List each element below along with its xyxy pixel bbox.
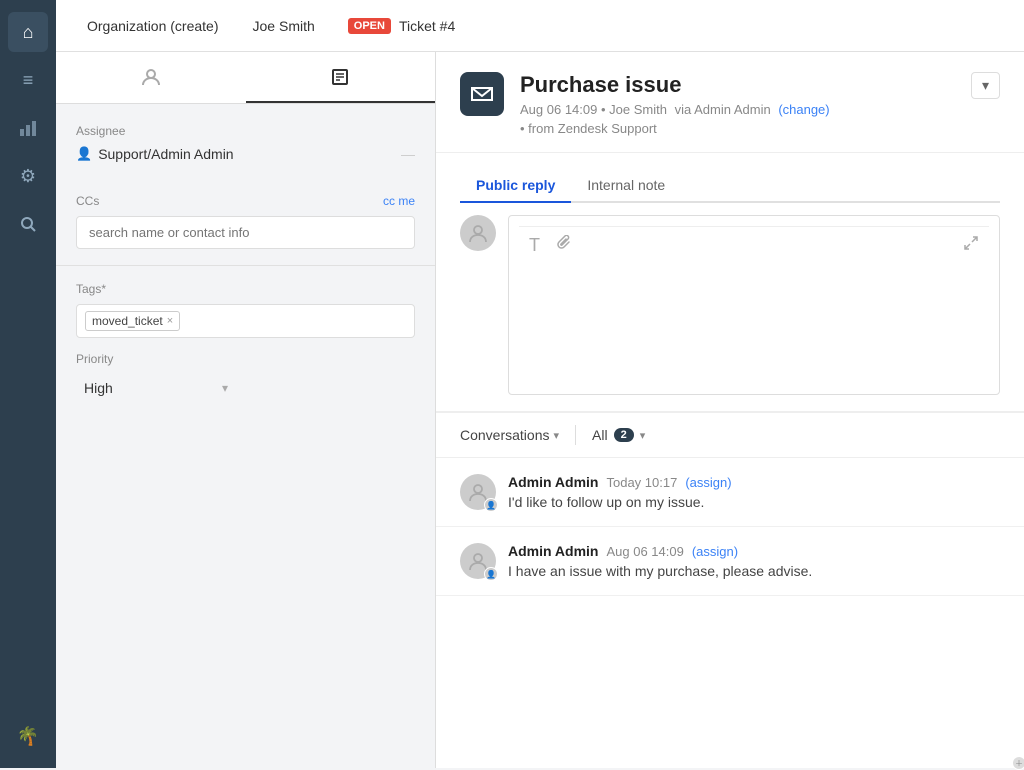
breadcrumb-bar: Organization (create) Joe Smith OPEN Tic… — [56, 0, 1024, 52]
message-content: Admin Admin Today 10:17 (assign) I'd lik… — [508, 474, 1000, 510]
tags-box[interactable]: moved_ticket × — [76, 304, 415, 338]
assign-link-2[interactable]: (assign) — [692, 544, 738, 559]
internal-note-tab[interactable]: Internal note — [571, 169, 681, 203]
all-filter-button[interactable]: All 2 ▾ — [592, 427, 645, 443]
person-icon: 👤 — [76, 146, 92, 162]
tags-label: Tags* — [76, 282, 415, 296]
user-breadcrumb[interactable]: Joe Smith — [238, 11, 330, 41]
ccs-label: CCs — [76, 194, 99, 208]
dropdown-arrow-icon: ▾ — [982, 77, 989, 94]
ticket-info: Purchase issue Aug 06 14:09 • Joe Smith … — [520, 72, 955, 136]
message-time: Today 10:17 — [606, 475, 677, 490]
public-reply-tab[interactable]: Public reply — [460, 169, 571, 203]
ticket-title: Purchase issue — [520, 72, 955, 98]
reply-tabs: Public reply Internal note — [460, 169, 1000, 203]
chart-icon[interactable] — [8, 108, 48, 148]
message-text: I'd like to follow up on my issue. — [508, 494, 1000, 510]
palm-icon[interactable]: 🌴 — [8, 716, 48, 756]
ticket-breadcrumb[interactable]: OPEN Ticket #4 — [334, 12, 469, 40]
sidebar: ⌂ ≡ ⚙ 🌴 — [0, 0, 56, 768]
message-avatar: 👤 — [460, 474, 496, 510]
message-time-2: Aug 06 14:09 — [606, 544, 683, 559]
tag-remove-icon[interactable]: × — [167, 315, 173, 327]
assignee-name: 👤 Support/Admin Admin — [76, 146, 234, 162]
ccs-section: CCs cc me — [56, 178, 435, 249]
priority-value: High — [84, 380, 113, 396]
ticket-date: Aug 06 14:09 — [520, 102, 597, 117]
reply-tool-icons: T — [529, 235, 572, 256]
ccs-row: CCs cc me — [76, 194, 415, 208]
all-arrow-icon: ▾ — [640, 429, 646, 442]
all-label: All — [592, 427, 608, 443]
ccs-search-input[interactable] — [76, 216, 415, 249]
conversations-button[interactable]: Conversations ▾ — [460, 427, 559, 443]
priority-section: Priority High ▾ — [56, 338, 435, 402]
change-link[interactable]: (change) — [778, 102, 829, 117]
message-author: Admin Admin — [508, 474, 598, 490]
ticket-source: • from Zendesk Support — [520, 121, 955, 136]
left-panel-tabs — [56, 52, 435, 104]
attach-icon[interactable] — [556, 235, 572, 256]
tag-value: moved_ticket — [92, 314, 163, 328]
person-tab[interactable] — [56, 52, 246, 103]
ticket-dropdown[interactable]: ▾ — [971, 72, 1000, 99]
assignee-row: 👤 Support/Admin Admin — — [76, 146, 415, 162]
priority-arrow-icon: ▾ — [222, 381, 228, 395]
reply-editor[interactable]: T — [508, 215, 1000, 395]
reply-area: Public reply Internal note ＋ — [436, 153, 1024, 412]
avatar-sub-icon: ＋ — [1012, 756, 1024, 768]
assignee-arrow-icon[interactable]: — — [401, 146, 415, 162]
message-content-2: Admin Admin Aug 06 14:09 (assign) I have… — [508, 543, 1000, 579]
tags-section: Tags* moved_ticket × — [56, 266, 435, 338]
conversations-arrow-icon: ▾ — [554, 429, 560, 442]
assignee-section: Assignee 👤 Support/Admin Admin — — [56, 104, 435, 162]
text-format-icon[interactable]: T — [529, 235, 540, 256]
open-badge: OPEN — [348, 18, 391, 34]
assignee-label: Assignee — [76, 124, 415, 138]
assign-link-1[interactable]: (assign) — [685, 475, 731, 490]
ticket-label: Ticket #4 — [399, 18, 455, 34]
left-panel: Assignee 👤 Support/Admin Admin — CCs cc … — [56, 52, 436, 768]
ticket-avatar — [460, 72, 504, 116]
content-area: Assignee 👤 Support/Admin Admin — CCs cc … — [56, 52, 1024, 768]
ticket-via: via Admin Admin — [675, 102, 771, 117]
conversations-count-badge: 2 — [614, 428, 634, 442]
message-header-2: Admin Admin Aug 06 14:09 (assign) — [508, 543, 1000, 559]
conversations-bar: Conversations ▾ All 2 ▾ — [436, 412, 1024, 458]
conversations-label: Conversations — [460, 427, 550, 443]
priority-select[interactable]: High ▾ — [76, 374, 236, 402]
right-panel: Purchase issue Aug 06 14:09 • Joe Smith … — [436, 52, 1024, 768]
message-avatar: 👤 — [460, 543, 496, 579]
msg-sub-icon-2: 👤 — [484, 567, 498, 581]
ticket-tab[interactable] — [246, 52, 436, 103]
search-icon[interactable] — [8, 204, 48, 244]
message-author-2: Admin Admin — [508, 543, 598, 559]
ticket-meta: Aug 06 14:09 • Joe Smith via Admin Admin… — [520, 102, 955, 117]
conversations-divider — [575, 425, 576, 445]
expand-icon[interactable] — [963, 235, 979, 256]
msg-sub-icon: 👤 — [484, 498, 498, 512]
org-breadcrumb[interactable]: Organization (create) — [72, 11, 234, 41]
priority-label: Priority — [76, 352, 415, 366]
message-header: Admin Admin Today 10:17 (assign) — [508, 474, 1000, 490]
main-content: Organization (create) Joe Smith OPEN Tic… — [56, 0, 1024, 768]
message-text-2: I have an issue with my purchase, please… — [508, 563, 1000, 579]
cc-me-button[interactable]: cc me — [383, 194, 415, 208]
message-item: 👤 Admin Admin Today 10:17 (assign) I'd l… — [436, 458, 1024, 527]
tag-chip: moved_ticket × — [85, 311, 180, 331]
reply-editor-row: ＋ T — [460, 215, 1000, 395]
reply-toolbar: T — [519, 226, 989, 264]
reply-avatar: ＋ — [460, 215, 496, 251]
ticket-header: Purchase issue Aug 06 14:09 • Joe Smith … — [436, 52, 1024, 153]
settings-icon[interactable]: ⚙ — [8, 156, 48, 196]
message-item: 👤 Admin Admin Aug 06 14:09 (assign) I ha… — [436, 527, 1024, 596]
list-icon[interactable]: ≡ — [8, 60, 48, 100]
messages-area: 👤 Admin Admin Today 10:17 (assign) I'd l… — [436, 458, 1024, 768]
home-icon[interactable]: ⌂ — [8, 12, 48, 52]
ticket-user: Joe Smith — [609, 102, 667, 117]
